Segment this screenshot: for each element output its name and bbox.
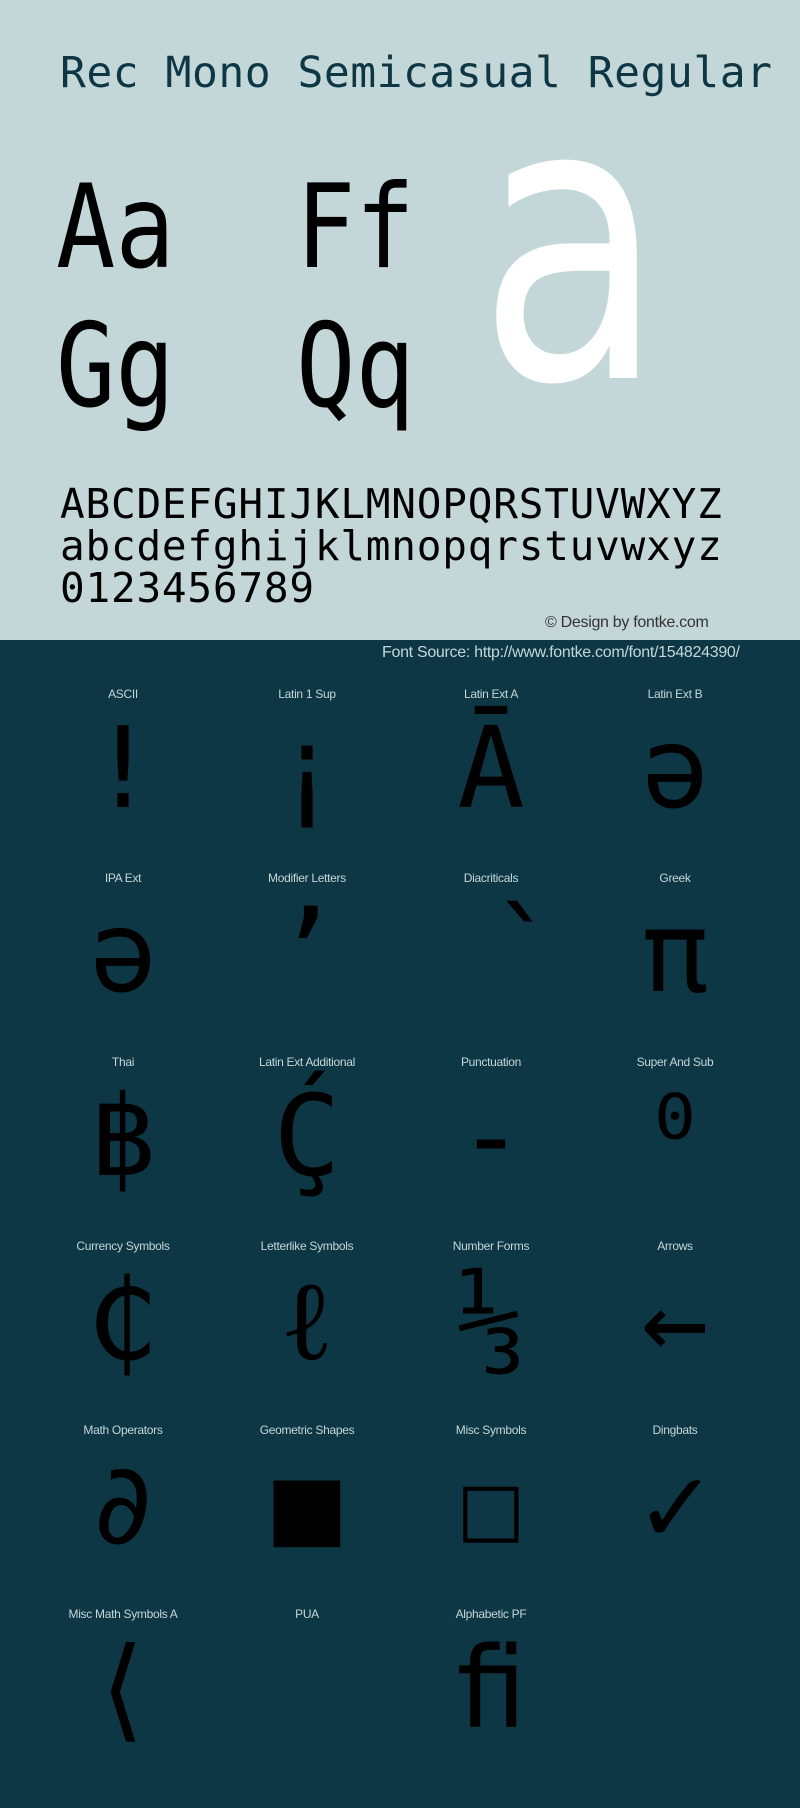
block-label: Latin Ext A (463, 687, 519, 701)
block-label: Thai (111, 1055, 135, 1069)
block-cell: Number Forms ⅓ (429, 1239, 613, 1423)
block-cell: Latin Ext A Ā (429, 687, 613, 871)
block-label: IPA Ext (104, 871, 142, 885)
block-glyph: ← (641, 1256, 709, 1386)
block-glyph: ⅓ (457, 1256, 525, 1386)
block-glyph: ! (89, 704, 157, 834)
block-label: Dingbats (652, 1423, 698, 1437)
block-glyph: π (641, 888, 709, 1018)
block-cell: Math Operators ∂ (61, 1423, 245, 1607)
block-cell: ASCII! (61, 687, 245, 871)
block-glyph: ■ (273, 1440, 341, 1570)
block-cell: Alphabetic PF ﬁ (429, 1607, 613, 1791)
block-label: Geometric Shapes (259, 1423, 355, 1437)
block-label: Misc Symbols (455, 1423, 527, 1437)
block-glyph: ə (89, 888, 157, 1018)
block-cell: Currency Symbols ₵ (61, 1239, 245, 1423)
block-label: Alphabetic PF (455, 1607, 527, 1621)
block-label: Super And Sub (636, 1055, 714, 1069)
sample-pair-ff: Ff (296, 160, 415, 295)
block-cell: IPA Ext ə (61, 871, 245, 1055)
block-label: Modifier Letters (268, 871, 346, 885)
block-label: Number Forms (452, 1239, 530, 1253)
block-cell: Geometric Shapes ■ (245, 1423, 429, 1607)
block-glyph: ̀ (429, 897, 553, 1009)
block-cell: Latin Ext Additional Ḉ (245, 1055, 429, 1239)
uppercase-alphabet: ABCDEFGHIJKLMNOPQRSTUVWXYZ (60, 480, 723, 528)
block-cell: Dingbats ✓ (613, 1423, 797, 1607)
block-label: Greek (659, 871, 691, 885)
sample-pair-qq: Qq (296, 299, 415, 434)
block-cell: PUA (245, 1607, 429, 1791)
block-label: Misc Math Symbols A (68, 1607, 178, 1621)
block-label: ASCII (108, 687, 138, 701)
block-cell: Punctuation ‐ (429, 1055, 613, 1239)
block-cell: Latin 1 Sup ¡ (245, 687, 429, 871)
block-glyph: Ḉ (273, 1072, 341, 1202)
block-cell: Arrows ← (613, 1239, 797, 1423)
block-glyph: ⟨ (89, 1624, 157, 1754)
sample-pair-aa: Aa (56, 160, 175, 295)
block-glyph: ⁰ (641, 1072, 709, 1202)
font-title: Rec Mono Semicasual Regular (60, 48, 773, 98)
digits: 0123456789 (60, 564, 315, 612)
block-cell: Greek π (613, 871, 797, 1055)
block-cell: Thai ฿ (61, 1055, 245, 1239)
block-label: Punctuation (460, 1055, 522, 1069)
block-label: Latin Ext B (647, 687, 703, 701)
block-glyph: ʼ (273, 888, 341, 1018)
sample-pair-gg: Gg (56, 299, 175, 434)
block-label: Arrows (657, 1239, 693, 1253)
block-glyph: ☐ (457, 1440, 525, 1570)
block-glyph: ℓ (280, 1256, 334, 1386)
block-glyph: ‐ (457, 1072, 525, 1202)
block-label: Latin Ext Additional (258, 1055, 356, 1069)
block-glyph: ✓ (641, 1440, 709, 1570)
font-source-link[interactable]: Font Source: http://www.fontke.com/font/… (382, 644, 740, 662)
block-label: Currency Symbols (76, 1239, 170, 1253)
block-glyph: ﬁ (457, 1624, 525, 1754)
block-cell: Misc Math Symbols A ⟨ (61, 1607, 245, 1791)
preview-panel: Rec Mono Semicasual Regular Aa Ff Gg Qq … (0, 0, 800, 640)
block-glyph: ¡ (273, 704, 341, 834)
design-credit: © Design by fontke.com (545, 614, 709, 631)
lowercase-alphabet: abcdefghijklmnopqrstuvwxyz (60, 522, 723, 570)
block-cell: Modifier Letters ʼ (245, 871, 429, 1055)
block-cell: Super And Sub ⁰ (613, 1055, 797, 1239)
hero-glyph: a (478, 16, 665, 470)
block-glyph: Ā (457, 704, 525, 834)
block-cell: Letterlike Symbols ℓ (245, 1239, 429, 1423)
block-glyph: ə (641, 704, 709, 834)
block-glyph: ∂ (89, 1440, 157, 1570)
block-glyph: ฿ (89, 1072, 157, 1202)
block-label: Latin 1 Sup (278, 687, 336, 701)
block-glyph: ₵ (89, 1256, 157, 1386)
block-label: Diacriticals (463, 871, 519, 885)
block-cell: Latin Ext B ə (613, 687, 797, 871)
block-cell: Misc Symbols ☐ (429, 1423, 613, 1607)
block-label: Math Operators (83, 1423, 163, 1437)
block-cell: Diacriticals̀ (429, 871, 613, 1055)
block-label: PUA (295, 1607, 319, 1621)
block-label: Letterlike Symbols (260, 1239, 354, 1253)
